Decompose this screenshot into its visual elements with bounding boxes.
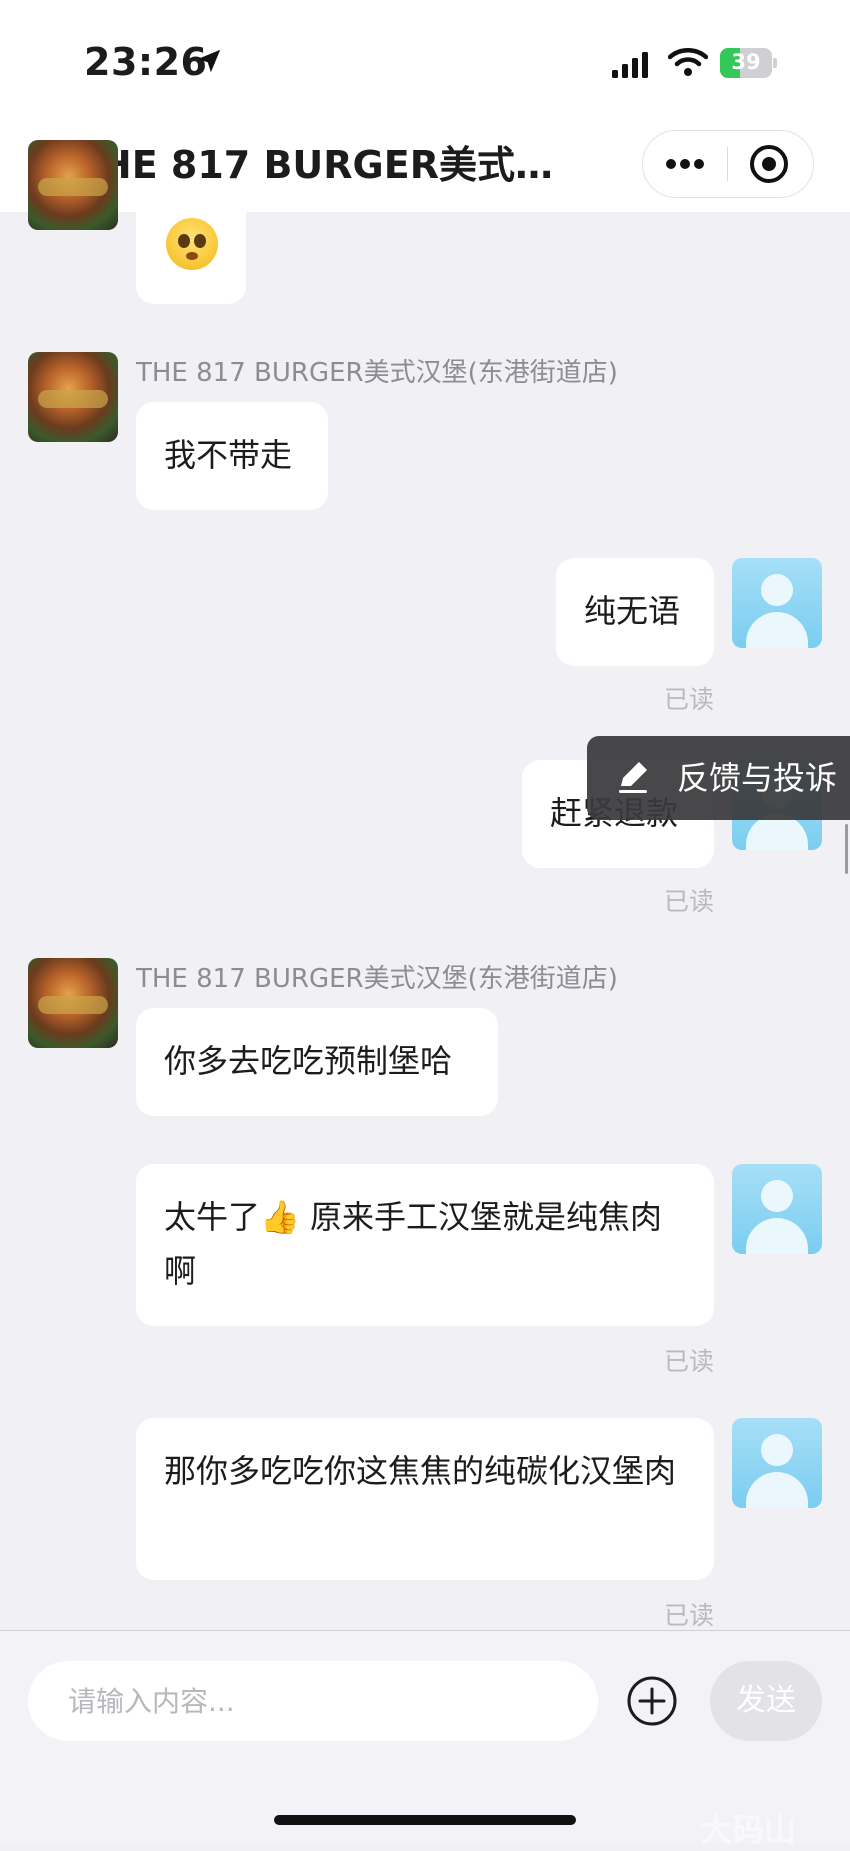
wifi-icon [668,48,708,76]
read-status: 已读 [663,1601,714,1630]
read-status: 已读 [663,685,714,714]
status-time: 23:26 [84,40,208,84]
scrollbar[interactable] [845,824,848,874]
user-avatar[interactable] [732,1418,822,1508]
feedback-label: 反馈与投诉 [677,759,838,797]
message-text: 我不带走 [164,436,293,474]
signal-icon [612,52,648,78]
message-text: 太牛了👍 原来手工汉堡就是纯焦肉啊 [164,1198,663,1290]
outgoing-message-bubble: 太牛了👍 原来手工汉堡就是纯焦肉啊 [136,1164,714,1326]
nav-bar: THE 817 BURGER美式汉… [0,120,850,212]
incoming-message-bubble: 我不带走 [136,402,328,510]
flushed-face-emoji-icon [166,218,218,270]
outgoing-message-bubble: 那你多吃吃你这焦焦的纯碳化汉堡肉 [136,1418,714,1580]
emoji-message-bubble [136,200,246,304]
outgoing-message-bubble: 纯无语 [556,558,714,666]
shop-avatar[interactable] [28,958,118,1048]
input-bar: 发送 大码山 [0,1630,850,1849]
sender-name: THE 817 BURGER美式汉堡(东港街道店) [136,358,618,388]
user-avatar[interactable] [732,558,822,648]
incoming-message-bubble: 你多去吃吃预制堡哈 [136,1008,498,1116]
read-status: 已读 [663,1347,714,1376]
feedback-complaint-button[interactable]: 反馈与投诉 [587,736,850,820]
more-icon[interactable] [643,131,727,197]
battery-indicator: 39 [720,48,778,78]
status-bar: 23:26 39 [0,0,850,120]
edit-pen-icon [619,762,647,793]
send-button[interactable]: 发送 [710,1661,822,1741]
home-indicator [274,1815,576,1825]
close-miniprogram-icon[interactable] [729,131,813,197]
message-text: 你多去吃吃预制堡哈 [164,1042,453,1080]
location-arrow-icon [197,49,221,73]
user-avatar[interactable] [732,1164,822,1254]
add-icon[interactable] [626,1675,678,1727]
message-text: 纯无语 [584,592,681,630]
battery-percent: 39 [731,50,761,74]
shop-avatar[interactable] [28,352,118,442]
message-input[interactable] [28,1661,598,1741]
shop-avatar[interactable] [28,140,118,230]
page-title: THE 817 BURGER美式汉… [74,143,584,187]
capsule-divider [727,147,728,181]
mini-program-capsule [642,130,814,198]
read-status: 已读 [663,887,714,916]
message-text: 那你多吃吃你这焦焦的纯碳化汉堡肉 [164,1452,677,1490]
watermark-text: 大码山 [700,1811,797,1849]
sender-name: THE 817 BURGER美式汉堡(东港街道店) [136,964,618,994]
